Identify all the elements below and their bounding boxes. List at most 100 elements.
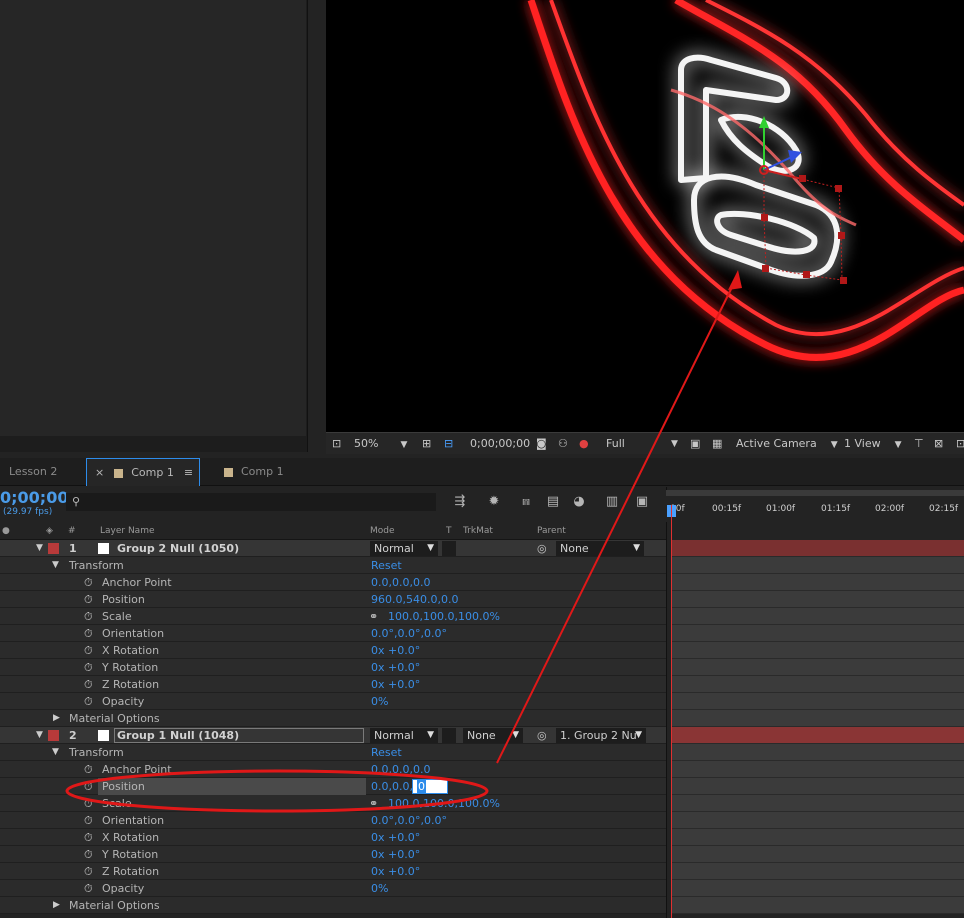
t-toggle[interactable] [442,728,456,743]
snapshot-icon[interactable]: ⊡ [332,436,341,452]
frame-blending-icon[interactable]: ▤ [545,494,561,510]
composition-viewer[interactable] [326,0,964,432]
property-row[interactable]: ⏱ Scale ⚭ 100.0,100.0,100.0% [0,608,666,625]
property-row[interactable]: ⏱ Z Rotation 0x +0.0° [0,863,666,880]
label-color[interactable] [48,730,59,741]
transparency-grid-icon[interactable]: ⊟ [444,436,453,452]
property-row[interactable]: ⏱ Anchor Point 0.0,0.0,0.0 [0,574,666,591]
region-of-interest-icon[interactable]: ▣ [690,436,700,452]
stopwatch-icon[interactable]: ⏱ [84,661,93,674]
parent-select[interactable]: None ▼ [556,541,644,556]
position-z-input[interactable]: 0 [412,779,448,794]
constrain-proportions-icon[interactable]: ⚭ [369,610,378,623]
label-color[interactable] [48,543,59,554]
col-mode[interactable]: Mode [370,526,395,536]
stopwatch-icon[interactable]: ⏱ [84,627,93,640]
color-channels-icon[interactable]: ● [579,436,589,452]
property-row[interactable]: ⏱ Z Rotation 0x +0.0° [0,676,666,693]
property-row[interactable]: ⏱ Opacity 0% [0,880,666,897]
stopwatch-icon[interactable]: ⏱ [84,865,93,878]
trkmat-select[interactable]: None ▼ [463,728,523,743]
layer-bar-2[interactable] [672,727,964,744]
stopwatch-icon[interactable]: ⏱ [84,814,93,827]
layer-row[interactable]: ▼ 2 Group 1 Null (1048) Normal ▼ None ▼ ◎ … [0,727,666,744]
tab-comp-1[interactable]: Comp 1 [214,458,314,486]
property-row[interactable]: ⏱ Opacity 0% [0,693,666,710]
expand-transform-icon[interactable]: ▼ [52,559,59,572]
current-time-display[interactable]: 0;00;00;00 [470,436,530,452]
channel-icon[interactable]: ⚇ [558,436,568,452]
stopwatch-icon[interactable]: ⏱ [84,848,93,861]
timeline-icon[interactable]: ⊡ [956,436,964,452]
work-area-bar[interactable] [666,490,964,496]
chart-icon[interactable]: ▣ [634,494,650,510]
property-row-position-selected[interactable]: ⏱ Position 0.0,0.0, 0 [0,778,666,795]
layer-search-input[interactable]: ⚲ [66,493,436,511]
reset-link[interactable]: Reset [371,746,402,759]
stopwatch-icon[interactable]: ⏱ [84,882,93,895]
expand-layer-icon[interactable]: ▼ [36,542,43,555]
resolution-arrow-icon[interactable]: ▼ [671,436,678,452]
property-row[interactable]: ⏱ Orientation 0.0°,0.0°,0.0° [0,812,666,829]
material-options-row[interactable]: ▶ Material Options [0,897,666,914]
transform-group-row[interactable]: ▼ Transform Reset [0,744,666,761]
checkerboard-icon[interactable]: ▦ [712,436,722,452]
fast-preview-icon[interactable]: ⊠ [934,436,943,452]
stopwatch-icon[interactable]: ⏱ [84,576,93,589]
camera-select[interactable]: Active Camera ▼ [736,436,838,452]
mode-select[interactable]: Normal ▼ [370,728,438,743]
property-row[interactable]: ⏱ Scale ⚭ 100.0,100.0,100.0% [0,795,666,812]
tab-comp-1-active[interactable]: × Comp 1 ≡ [86,458,200,486]
draft-3d-icon[interactable]: ✹ [486,494,502,510]
comp-mini-flowchart-icon[interactable]: ⇶ [452,494,468,510]
expand-layer-icon[interactable]: ▼ [36,729,43,742]
stopwatch-icon[interactable]: ⏱ [84,797,93,810]
views-select[interactable]: 1 View ▼ [844,436,902,452]
reset-link[interactable]: Reset [371,559,402,572]
tab-lesson-2[interactable]: Lesson 2 [0,458,84,486]
material-options-row[interactable]: ▶ Material Options [0,710,666,727]
stopwatch-icon[interactable]: ⏱ [84,593,93,606]
layer-bar-1[interactable] [672,540,964,557]
property-row[interactable]: ⏱ Position 960.0,540.0,0.0 [0,591,666,608]
stopwatch-icon[interactable]: ⏱ [84,763,93,776]
col-parent[interactable]: Parent [537,526,566,536]
parent-select[interactable]: 1. Group 2 Nu ▼ [556,728,646,743]
stopwatch-icon[interactable]: ⏱ [84,780,93,793]
mode-select[interactable]: Normal ▼ [370,541,438,556]
tab-menu-icon[interactable]: ≡ [184,466,193,479]
stopwatch-icon[interactable]: ⏱ [84,678,93,691]
property-row[interactable]: ⏱ Anchor Point 0.0,0.0,0.0 [0,761,666,778]
toggle-pixel-icon[interactable]: ⊤ [914,436,924,452]
property-row[interactable]: ⏱ X Rotation 0x +0.0° [0,642,666,659]
transform-group-row[interactable]: ▼ Transform Reset [0,557,666,574]
hide-shy-icon[interactable]: ⩎ [518,494,534,510]
label-icon[interactable]: ◈ [46,526,53,536]
property-row[interactable]: ⏱ Y Rotation 0x +0.0° [0,659,666,676]
close-tab-icon[interactable]: × [95,466,104,479]
region-icon[interactable]: ⊞ [422,436,431,452]
zoom-select[interactable]: 50% ▼ [354,436,407,452]
av-features-icon[interactable]: ● [2,526,10,536]
layer-name[interactable]: Group 2 Null (1050) [117,542,239,555]
trkmat-select[interactable] [442,541,456,556]
col-layer-name[interactable]: Layer Name [100,526,155,536]
col-trkmat[interactable]: TrkMat [463,526,493,536]
motion-blur-icon[interactable]: ◕ [571,494,587,510]
graph-editor-icon[interactable]: ▥ [604,494,620,510]
layer-name[interactable]: Group 1 Null (1048) [114,728,364,743]
pickwhip-icon[interactable]: ◎ [537,542,547,555]
expand-material-icon[interactable]: ▶ [53,712,60,725]
timeline-timecode[interactable]: 0;00;00 [0,488,68,507]
expand-transform-icon[interactable]: ▼ [52,746,59,759]
stopwatch-icon[interactable]: ⏱ [84,644,93,657]
stopwatch-icon[interactable]: ⏱ [84,610,93,623]
property-row[interactable]: ⏱ Y Rotation 0x +0.0° [0,846,666,863]
pickwhip-icon[interactable]: ◎ [537,729,547,742]
layer-row[interactable]: ▼ 1 Group 2 Null (1050) Normal ▼ ◎ None ▼ [0,540,666,557]
stopwatch-icon[interactable]: ⏱ [84,831,93,844]
property-row[interactable]: ⏱ Orientation 0.0°,0.0°,0.0° [0,625,666,642]
property-row[interactable]: ⏱ X Rotation 0x +0.0° [0,829,666,846]
stopwatch-icon[interactable]: ⏱ [84,695,93,708]
constrain-proportions-icon[interactable]: ⚭ [369,797,378,810]
